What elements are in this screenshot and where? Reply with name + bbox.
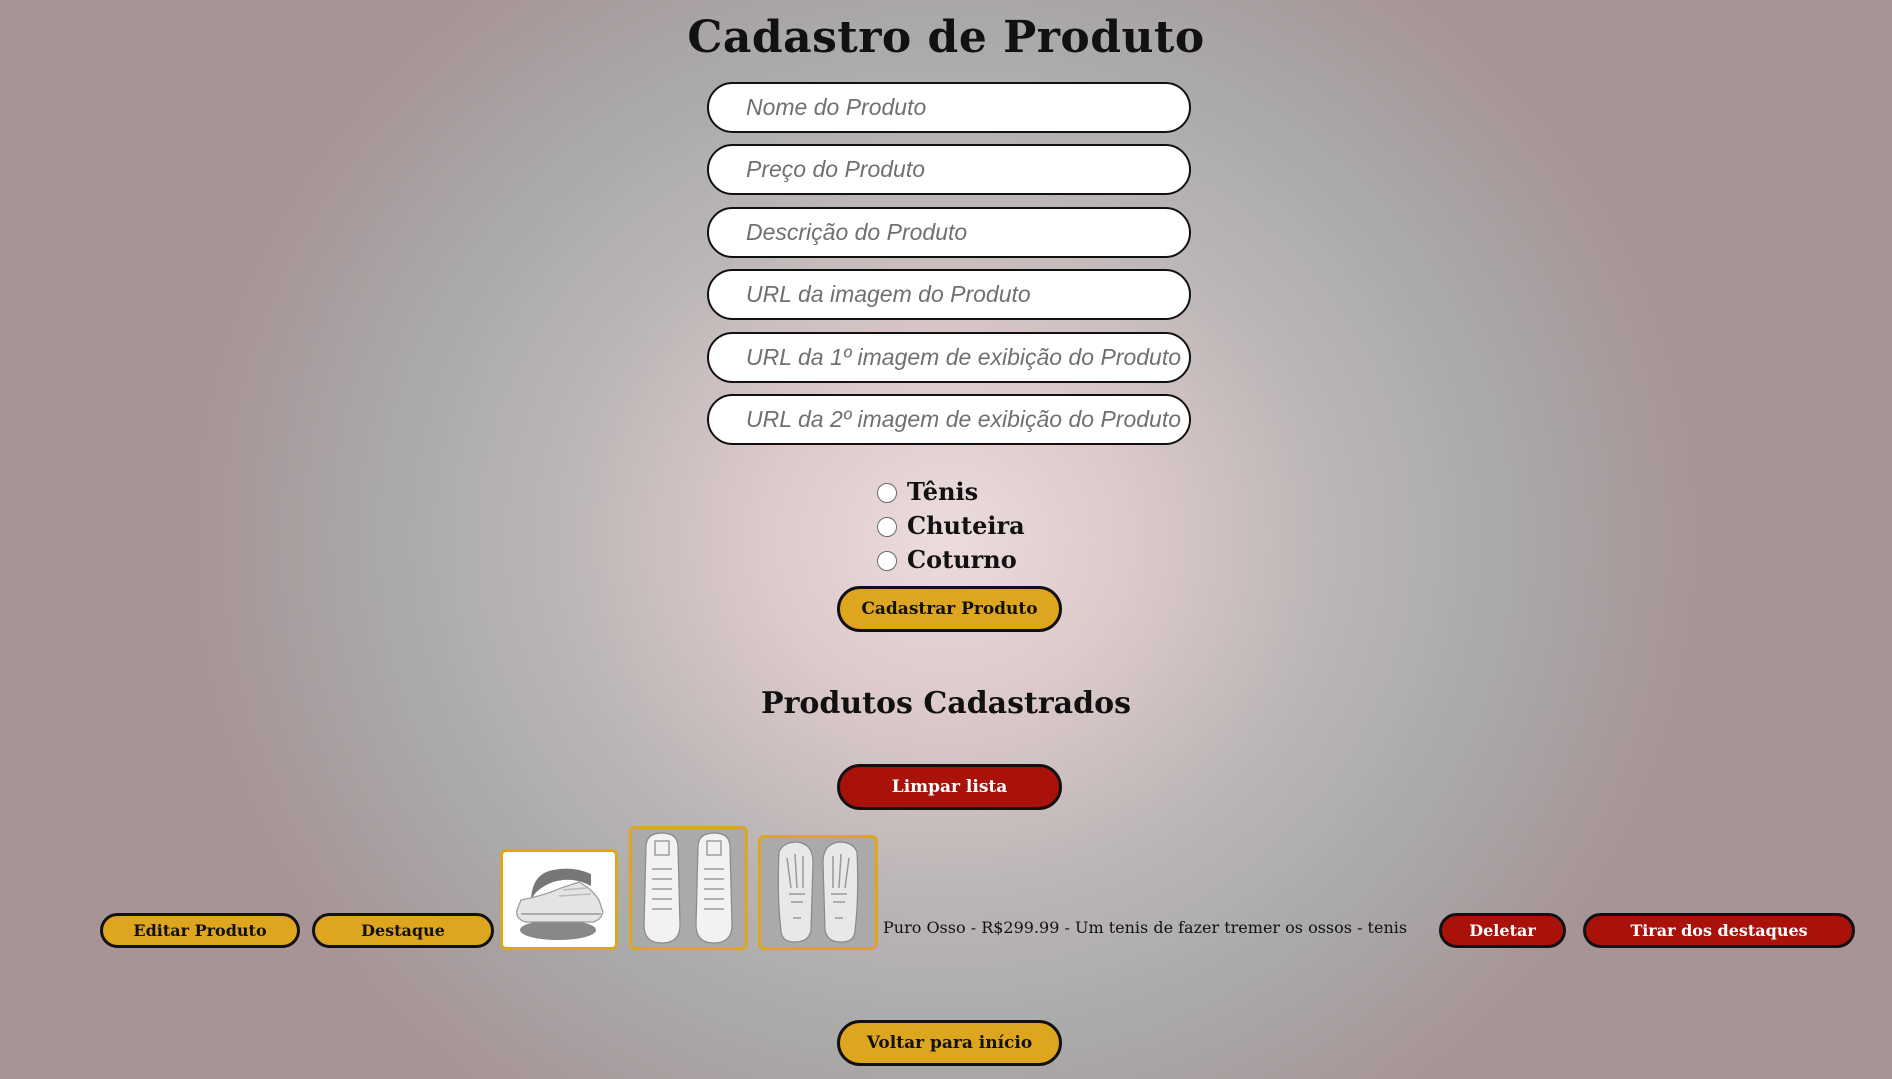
radio-label: Chuteira — [907, 510, 1025, 540]
category-option-coturno[interactable]: Coturno — [877, 542, 1025, 576]
clear-list-button[interactable]: Limpar lista — [837, 764, 1062, 810]
radio-label: Tênis — [907, 476, 979, 506]
sneaker-side-image — [500, 849, 618, 950]
display-image-1-url-field[interactable] — [707, 332, 1191, 383]
remove-highlight-button[interactable]: Tirar dos destaques — [1583, 913, 1855, 948]
product-description-field[interactable] — [707, 207, 1191, 258]
category-option-tenis[interactable]: Tênis — [877, 474, 1025, 508]
radio-button[interactable] — [877, 551, 897, 571]
category-option-chuteira[interactable]: Chuteira — [877, 508, 1025, 542]
product-image-url-field[interactable] — [707, 269, 1191, 320]
delete-button[interactable]: Deletar — [1439, 913, 1566, 948]
category-radio-group: Tênis Chuteira Coturno — [877, 474, 1025, 576]
page-title: Cadastro de Produto — [687, 12, 1205, 63]
register-product-button[interactable]: Cadastrar Produto — [837, 586, 1062, 632]
highlight-button[interactable]: Destaque — [312, 913, 494, 948]
product-name-field[interactable] — [707, 82, 1191, 133]
radio-button[interactable] — [877, 517, 897, 537]
edit-product-button[interactable]: Editar Produto — [100, 913, 300, 948]
display-image-2-url-field[interactable] — [707, 394, 1191, 445]
radio-label: Coturno — [907, 544, 1017, 574]
registered-products-title: Produtos Cadastrados — [761, 686, 1131, 721]
product-summary: Puro Osso - R$299.99 - Um tenis de fazer… — [883, 918, 1408, 937]
sneaker-top-image — [629, 826, 748, 950]
back-to-home-button[interactable]: Voltar para início — [837, 1020, 1062, 1066]
radio-button[interactable] — [877, 483, 897, 503]
product-price-field[interactable] — [707, 144, 1191, 195]
sneaker-sole-image — [758, 835, 878, 950]
